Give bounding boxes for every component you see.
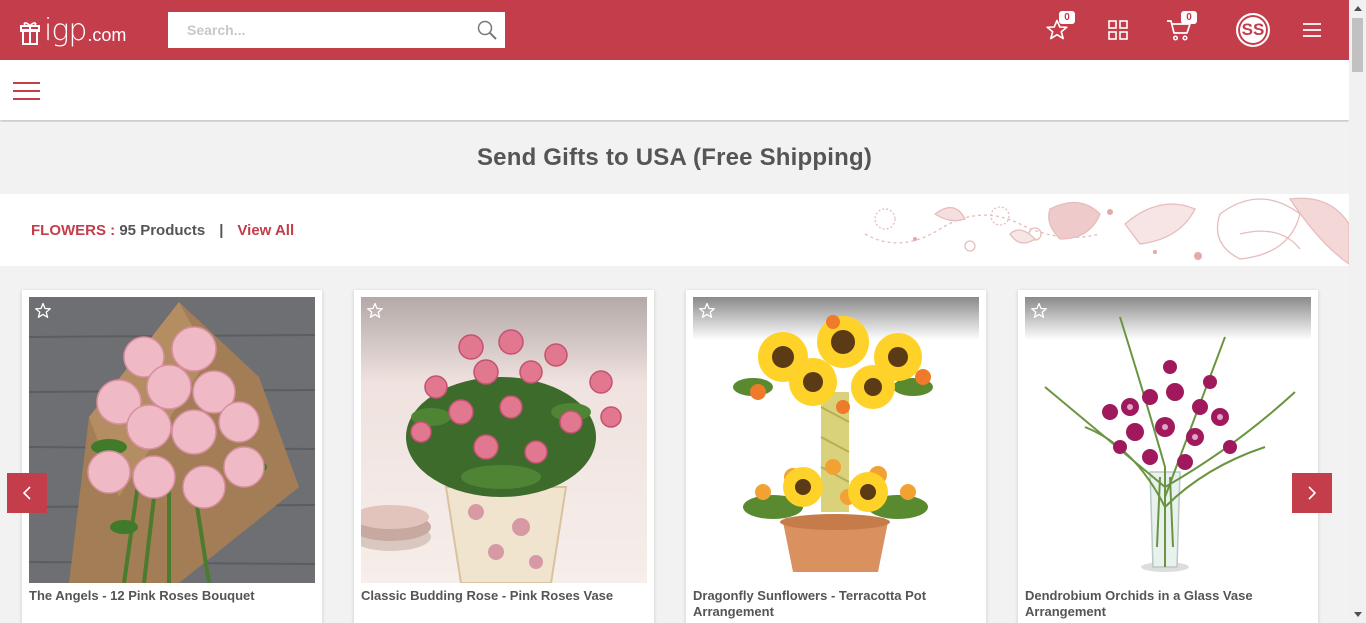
product-image[interactable] <box>693 297 979 583</box>
product-name[interactable]: Dragonfly Sunflowers - Terracotta Pot Ar… <box>693 588 979 620</box>
scroll-down-arrow[interactable] <box>1349 606 1366 623</box>
product-card[interactable]: Classic Budding Rose - Pink Roses Vase <box>354 290 654 623</box>
igp-logo[interactable]: igp .com <box>20 12 126 46</box>
gift-logo-icon <box>20 22 40 45</box>
logo-domain: .com <box>87 25 127 45</box>
category-name: FLOWERS <box>31 222 106 239</box>
grid-icon <box>1108 20 1128 40</box>
page-title-band: Send Gifts to USA (Free Shipping) <box>0 122 1349 194</box>
product-card[interactable]: The Angels - 12 Pink Roses Bouquet <box>22 290 322 623</box>
product-card[interactable]: Dendrobium Orchids in a Glass Vase Arran… <box>1018 290 1318 623</box>
star-outline-icon[interactable] <box>698 302 716 320</box>
hamburger-menu-icon <box>1303 23 1321 37</box>
logo-text: igp <box>44 13 87 48</box>
orchids-glass-vase-image <box>1025 297 1311 583</box>
search-icon[interactable] <box>477 20 497 40</box>
product-image[interactable] <box>361 297 647 583</box>
product-image[interactable] <box>29 297 315 583</box>
chevron-left-icon <box>22 486 31 500</box>
triangle-up-icon <box>1353 6 1362 11</box>
category-summary: FLOWERS : 95 Products | View All <box>31 222 294 239</box>
sunflower-topiary-image <box>693 297 979 583</box>
page-title: Send Gifts to USA (Free Shipping) <box>476 144 873 171</box>
user-avatar[interactable]: SS <box>1236 13 1270 47</box>
main-content: igp .com 0 <box>0 0 1349 623</box>
scroll-thumb[interactable] <box>1352 18 1363 72</box>
divider: | <box>219 222 224 239</box>
pink-rose-plant-vase-image <box>361 297 647 583</box>
top-header: igp .com 0 <box>0 0 1349 60</box>
page-scrollbar[interactable] <box>1349 0 1366 623</box>
product-name[interactable]: Dendrobium Orchids in a Glass Vase Arran… <box>1025 588 1311 620</box>
product-count: 95 Products <box>119 222 206 239</box>
sub-navigation-bar <box>0 60 1349 120</box>
star-outline-icon[interactable] <box>1030 302 1048 320</box>
chevron-right-icon <box>1308 486 1317 500</box>
page: igp .com 0 <box>0 0 1366 623</box>
search-box <box>168 12 505 48</box>
scroll-up-arrow[interactable] <box>1349 0 1366 17</box>
category-menu-icon[interactable] <box>12 81 41 101</box>
view-all-link[interactable]: View All <box>237 222 294 239</box>
triangle-down-icon <box>1353 612 1362 617</box>
search-input[interactable] <box>168 12 458 48</box>
cart-button[interactable]: 0 <box>1163 11 1197 46</box>
carousel-prev-button[interactable] <box>7 473 47 513</box>
floral-decoration <box>864 197 1349 265</box>
main-menu-button[interactable] <box>1296 14 1328 46</box>
product-image[interactable] <box>1025 297 1311 583</box>
pink-roses-bouquet-image <box>29 297 315 583</box>
product-card[interactable]: Dragonfly Sunflowers - Terracotta Pot Ar… <box>686 290 986 623</box>
product-name[interactable]: Classic Budding Rose - Pink Roses Vase <box>361 588 647 604</box>
category-header: FLOWERS : 95 Products | View All <box>0 194 1349 266</box>
wishlist-count-badge: 0 <box>1059 11 1075 24</box>
category-colon: : <box>106 222 120 239</box>
wishlist-button[interactable]: 0 <box>1041 11 1075 46</box>
cart-count-badge: 0 <box>1181 11 1197 24</box>
star-outline-icon[interactable] <box>34 302 52 320</box>
carousel-next-button[interactable] <box>1292 473 1332 513</box>
product-name[interactable]: The Angels - 12 Pink Roses Bouquet <box>29 588 315 604</box>
star-outline-icon[interactable] <box>366 302 384 320</box>
product-carousel: The Angels - 12 Pink Roses Bouquet Class… <box>0 266 1349 623</box>
categories-grid-button[interactable] <box>1102 14 1134 46</box>
